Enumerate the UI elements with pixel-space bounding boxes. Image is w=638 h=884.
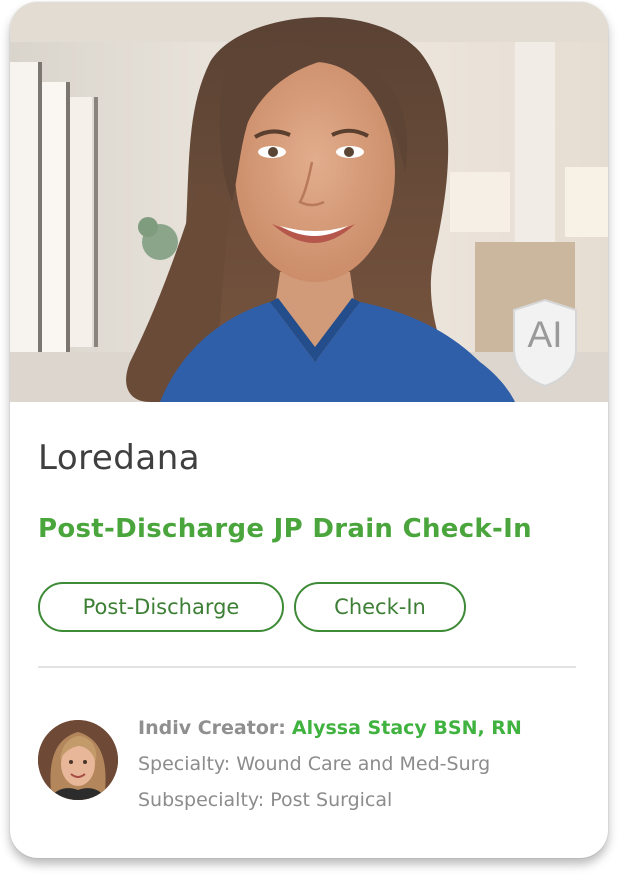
creator-label: Indiv Creator:	[138, 717, 286, 739]
tag-post-discharge[interactable]: Post-Discharge	[38, 582, 284, 632]
ai-badge-label: AI	[527, 314, 563, 355]
divider	[38, 666, 576, 668]
creator-name[interactable]: Alyssa Stacy BSN, RN	[292, 717, 522, 739]
agent-title[interactable]: Post-Discharge JP Drain Check-In	[38, 514, 532, 544]
agent-name: Loredana	[38, 438, 201, 478]
creator-line: Indiv Creator: Alyssa Stacy BSN, RN	[138, 710, 522, 746]
tag-list: Post-Discharge Check-In	[38, 582, 466, 632]
creator-info: Indiv Creator: Alyssa Stacy BSN, RN Spec…	[138, 710, 522, 818]
agent-card[interactable]: AI Loredana Post-Discharge JP Drain Chec…	[10, 2, 608, 858]
creator-avatar[interactable]	[38, 720, 118, 800]
creator-subspecialty: Subspecialty: Post Surgical	[138, 789, 393, 811]
creator-specialty: Specialty: Wound Care and Med-Surg	[138, 753, 491, 775]
tag-check-in[interactable]: Check-In	[294, 582, 466, 632]
